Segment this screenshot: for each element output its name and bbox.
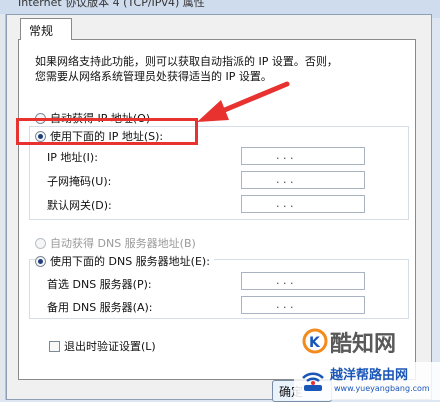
ip-address-label: IP 地址(I): [47, 151, 98, 164]
preferred-dns-label: 首选 DNS 服务器(P): [47, 278, 152, 291]
dns-auto-option[interactable]: 自动获得 DNS 服务器地址(B) [35, 235, 196, 251]
alternate-dns-label: 备用 DNS 服务器(A): [47, 301, 153, 314]
annotation-arrow-icon [197, 81, 290, 122]
watermark-logo-icon: K [302, 328, 328, 354]
svg-text:K: K [309, 335, 321, 351]
validate-checkbox[interactable] [49, 341, 60, 352]
validate-label: 退出时验证设置(L) [64, 340, 156, 353]
default-gateway-field[interactable]: . . . [241, 195, 365, 213]
dns-manual-label: 使用下面的 DNS 服务器地址(E): [50, 255, 210, 268]
window-title: Internet 协议版本 4 (TCP/IPv4) 属性 [18, 0, 205, 9]
ip-address-field[interactable]: . . . [241, 147, 365, 165]
alternate-dns-dots: . . . [276, 298, 294, 311]
watermark-brand: 酷知网 [330, 332, 397, 357]
preferred-dns-field[interactable]: . . . [241, 272, 365, 290]
watermark-url: www.yueyangbang.com [334, 384, 430, 393]
wifi-router-icon [302, 372, 324, 391]
validate-option[interactable]: 退出时验证设置(L) [49, 338, 156, 354]
dns-auto-radio[interactable] [35, 238, 46, 249]
alternate-dns-field[interactable]: . . . [241, 296, 365, 314]
highlight-box [16, 118, 198, 145]
description-line-1: 如果网络支持此功能，则可以获取自动指派的 IP 设置。否则， [35, 55, 338, 68]
subnet-mask-label: 子网掩码(U): [47, 175, 112, 188]
watermark-site-name: 越洋帮路由网 [330, 368, 409, 383]
subnet-mask-dots: . . . [276, 173, 294, 186]
tab-general[interactable]: 常规 [20, 18, 72, 40]
tab-general-label: 常规 [29, 24, 54, 38]
preferred-dns-dots: . . . [276, 274, 294, 287]
default-gateway-dots: . . . [276, 197, 294, 210]
default-gateway-label: 默认网关(D): [47, 199, 112, 212]
subnet-mask-field[interactable]: . . . [241, 171, 365, 189]
ip-address-dots: . . . [276, 149, 294, 162]
dns-manual-radio[interactable] [35, 256, 46, 267]
dns-manual-option[interactable]: 使用下面的 DNS 服务器地址(E): [35, 253, 214, 269]
dns-auto-label: 自动获得 DNS 服务器地址(B) [50, 237, 196, 250]
